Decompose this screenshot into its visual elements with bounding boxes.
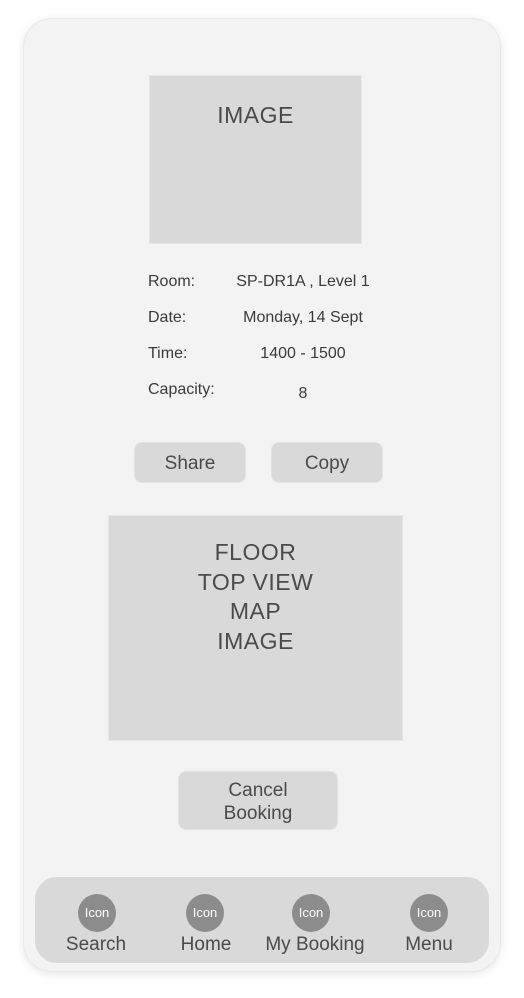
detail-row-room: Room: SP-DR1A , Level 1 — [148, 269, 408, 305]
nav-label-search[interactable]: Search — [50, 934, 142, 956]
cancel-booking-button[interactable]: Cancel Booking — [178, 771, 338, 830]
detail-row-date: Date: Monday, 14 Sept — [148, 305, 408, 341]
room-image-label: IMAGE — [217, 102, 294, 128]
floor-map-placeholder: FLOOR TOP VIEW MAP IMAGE — [108, 515, 403, 741]
nav-item-my-booking[interactable]: Icon My Booking — [255, 877, 375, 963]
home-icon[interactable]: Icon — [186, 894, 224, 932]
share-button[interactable]: Share — [134, 442, 246, 483]
nav-label-my-booking[interactable]: My Booking — [255, 934, 375, 956]
nav-item-search[interactable]: Icon Search — [50, 877, 142, 963]
detail-label: Time: — [148, 345, 188, 362]
booking-details: Room: SP-DR1A , Level 1 Date: Monday, 14… — [148, 269, 408, 413]
detail-label: Date: — [148, 309, 187, 326]
detail-row-time: Time: 1400 - 1500 — [148, 341, 408, 377]
bottom-nav: Icon Search Icon Home Icon My Booking Ic… — [35, 877, 489, 963]
detail-value: 8 — [298, 385, 308, 402]
search-icon[interactable]: Icon — [78, 894, 116, 932]
nav-label-home[interactable]: Home — [160, 934, 252, 956]
detail-label: Room: — [148, 273, 196, 290]
detail-value: Monday, 14 Sept — [243, 309, 363, 326]
phone-frame: IMAGE Room: SP-DR1A , Level 1 Date: Mond… — [24, 19, 500, 971]
detail-row-capacity: Capacity: 8 — [148, 377, 408, 413]
nav-item-home[interactable]: Icon Home — [160, 877, 252, 963]
detail-value: 1400 - 1500 — [260, 345, 346, 362]
nav-label-menu[interactable]: Menu — [383, 934, 475, 956]
detail-value: SP-DR1A , Level 1 — [236, 273, 370, 290]
booking-icon[interactable]: Icon — [292, 894, 330, 932]
room-image-placeholder: IMAGE — [149, 75, 362, 244]
menu-icon[interactable]: Icon — [410, 894, 448, 932]
nav-item-menu[interactable]: Icon Menu — [383, 877, 475, 963]
copy-button[interactable]: Copy — [271, 442, 383, 483]
detail-label: Capacity: — [148, 381, 215, 398]
